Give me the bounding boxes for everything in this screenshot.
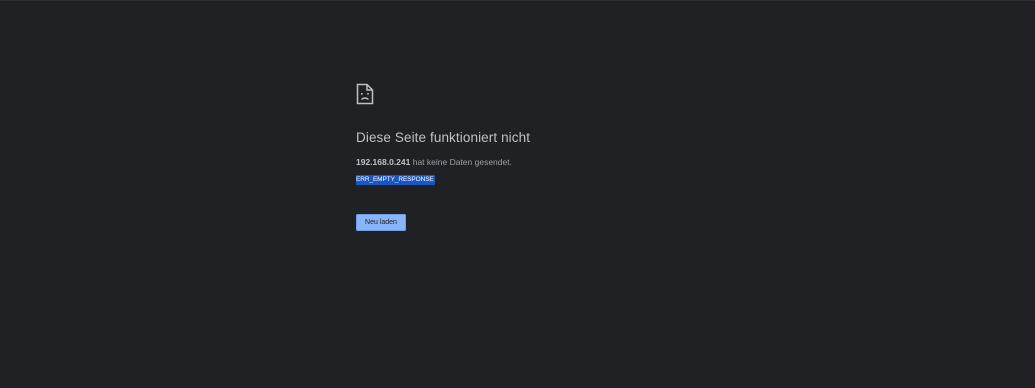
top-border [0,0,1035,1]
host-address: 192.168.0.241 [356,157,411,167]
error-code[interactable]: ERR_EMPTY_RESPONSE [356,175,435,185]
reload-button[interactable]: Neu laden [356,214,406,231]
summary-text: hat keine Daten gesendet. [410,157,512,167]
sad-document-icon [356,83,916,105]
error-summary: 192.168.0.241 hat keine Daten gesendet. [356,157,512,167]
page-title: Diese Seite funktioniert nicht [356,130,531,145]
error-page-content: Diese Seite funktioniert nicht 192.168.0… [356,83,916,231]
